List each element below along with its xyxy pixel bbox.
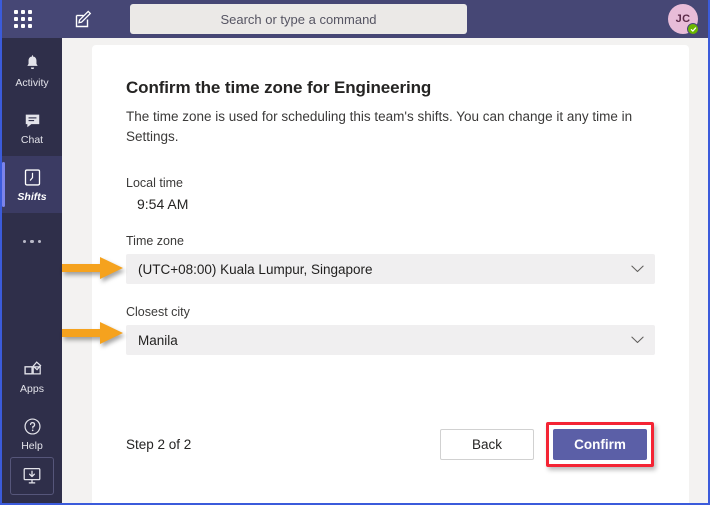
more-ellipsis-icon xyxy=(21,231,43,253)
grid-dot xyxy=(27,23,32,28)
sidebar-item-apps[interactable]: Apps xyxy=(2,348,62,405)
presence-available-icon xyxy=(687,23,699,35)
user-avatar-button[interactable]: JC xyxy=(668,4,699,35)
sidebar-item-help[interactable]: Help xyxy=(2,405,62,462)
sidebar-item-shifts[interactable]: Shifts xyxy=(2,156,62,213)
search-input[interactable]: Search or type a command xyxy=(130,4,467,34)
ellipsis-dot xyxy=(22,239,27,244)
grid-dot xyxy=(14,16,19,22)
step-indicator: Step 2 of 2 xyxy=(126,437,192,452)
grid-dot xyxy=(20,16,26,22)
left-navigation-rail: Activity Chat Shifts Apps Help xyxy=(2,38,62,503)
back-button[interactable]: Back xyxy=(440,429,534,460)
local-time-label: Local time xyxy=(126,176,183,191)
closest-city-dropdown[interactable]: Manila xyxy=(126,325,655,356)
page-subtitle: The time zone is used for scheduling thi… xyxy=(126,109,633,144)
help-question-icon xyxy=(21,416,43,438)
sidebar-item-label: Chat xyxy=(20,133,44,146)
apps-icon xyxy=(21,359,43,381)
time-zone-dropdown[interactable]: (UTC+08:00) Kuala Lumpur, Singapore xyxy=(126,254,655,285)
teams-app-window: Search or type a command JC Activity Cha… xyxy=(0,0,710,505)
sidebar-item-chat[interactable]: Chat xyxy=(2,99,62,156)
wizard-footer: Step 2 of 2 Back Confirm xyxy=(126,422,654,467)
grid-dot xyxy=(27,16,32,22)
chevron-down-icon xyxy=(631,265,644,274)
closest-city-selected-value: Manila xyxy=(138,332,178,348)
confirm-button-highlight: Confirm xyxy=(546,422,654,467)
sidebar-item-activity[interactable]: Activity xyxy=(2,42,62,99)
compose-pencil-icon[interactable] xyxy=(74,9,94,29)
chat-bubble-icon xyxy=(21,110,43,132)
content-inner: Confirm the time zone for Engineering Th… xyxy=(92,45,689,503)
ellipsis-dot xyxy=(37,239,42,244)
bell-icon xyxy=(21,53,43,75)
clock-icon xyxy=(21,167,43,189)
closest-city-label: Closest city xyxy=(126,305,190,320)
rail-secondary-group: Apps Help xyxy=(2,348,62,462)
download-app-icon[interactable] xyxy=(10,457,54,495)
sidebar-item-label: Shifts xyxy=(17,190,47,203)
grid-dot xyxy=(27,10,32,15)
page-title: Confirm the time zone for Engineering xyxy=(126,78,432,97)
rail-bottom-group xyxy=(2,457,62,503)
grid-dot xyxy=(14,10,19,15)
grid-dot xyxy=(20,23,26,28)
time-zone-selected-value: (UTC+08:00) Kuala Lumpur, Singapore xyxy=(138,261,373,277)
local-time-value: 9:54 AM xyxy=(137,196,189,213)
grid-dot xyxy=(14,23,19,28)
sidebar-item-label: Help xyxy=(21,439,43,452)
ellipsis-dot xyxy=(30,239,34,244)
footer-buttons: Back Confirm xyxy=(440,422,654,467)
top-bar: Search or type a command JC xyxy=(2,0,708,38)
app-grid-icon[interactable] xyxy=(14,10,32,28)
sidebar-item-label: Activity xyxy=(15,76,49,89)
sidebar-item-more[interactable] xyxy=(2,213,62,270)
content-panel: Confirm the time zone for Engineering Th… xyxy=(92,45,689,503)
time-zone-label: Time zone xyxy=(126,234,184,249)
search-placeholder-text: Search or type a command xyxy=(220,11,377,27)
confirm-button[interactable]: Confirm xyxy=(553,429,647,460)
chevron-down-icon xyxy=(631,336,644,345)
sidebar-item-label: Apps xyxy=(20,382,44,395)
grid-dot xyxy=(20,10,26,15)
